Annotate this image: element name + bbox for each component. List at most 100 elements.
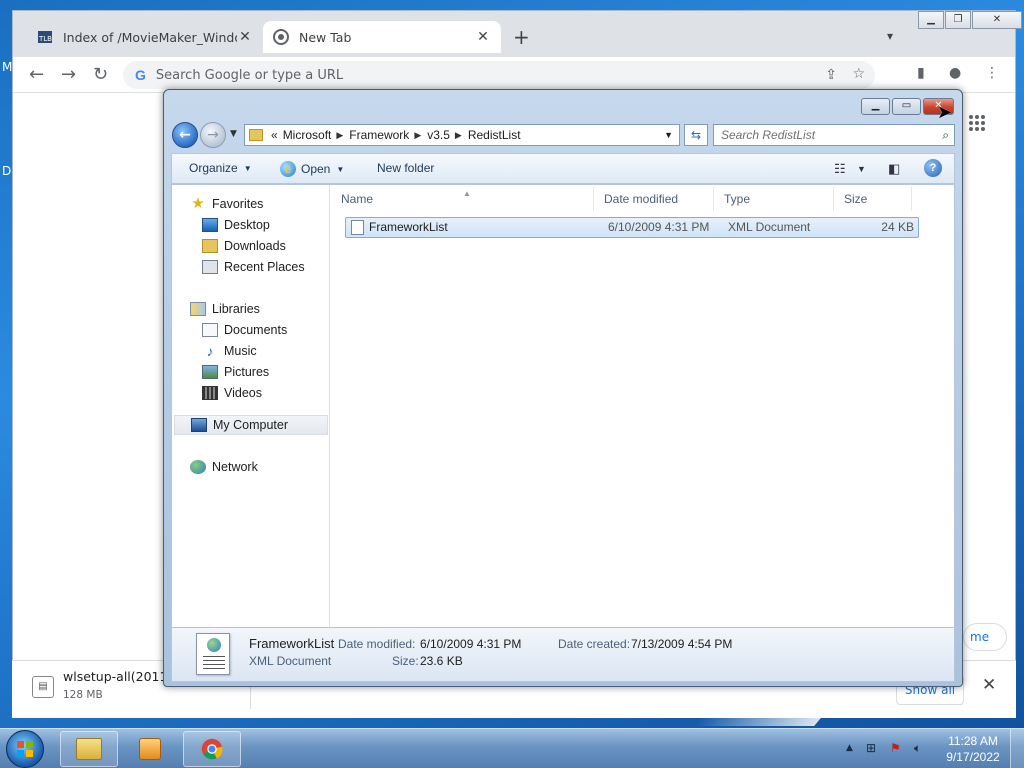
breadcrumb-separator-icon[interactable]: ▶ (414, 130, 421, 141)
clock-date: 9/17/2022 (946, 750, 1000, 764)
tab-search-chevron-icon[interactable]: ▾ (887, 29, 893, 43)
back-arrow-icon[interactable]: ← (29, 64, 44, 85)
address-bar[interactable]: « Microsoft ▶ Framework ▶ v3.5 ▶ RedistL… (244, 124, 680, 146)
maximize-icon[interactable]: ▭ (892, 98, 921, 115)
nav-recent-places[interactable]: Recent Places (202, 257, 305, 277)
file-row-selected[interactable]: FrameworkList 6/10/2009 4:31 PM XML Docu… (345, 217, 919, 238)
taskbar-media-player-button[interactable] (121, 731, 179, 767)
nav-documents[interactable]: Documents (202, 320, 287, 340)
organize-button[interactable]: Organize ▼ (189, 161, 252, 175)
show-hidden-icons-chevron-icon[interactable]: ▲ (846, 743, 853, 753)
nav-label: Recent Places (224, 260, 305, 274)
details-pane: FrameworkList XML Document Date modified… (171, 628, 955, 682)
system-clock[interactable]: 11:28 AM 9/17/2022 (942, 733, 1004, 765)
minimize-icon[interactable]: ▁ (918, 11, 944, 29)
reload-icon[interactable]: ↻ (93, 64, 108, 85)
kebab-menu-icon[interactable]: ⋮ (985, 65, 999, 81)
omnibox[interactable]: G Search Google or type a URL ⇪ ☆ (123, 61, 875, 89)
profile-avatar-icon[interactable]: ● (949, 65, 961, 81)
open-button[interactable]: e Open ▼ (280, 161, 344, 177)
chrome-icon (201, 738, 223, 760)
tlb-favicon-icon: TLB (37, 29, 53, 45)
bookmark-star-icon[interactable]: ☆ (852, 66, 865, 82)
details-modified-label: Date modified: (338, 637, 416, 651)
help-icon[interactable]: ? (924, 159, 942, 177)
forward-arrow-icon[interactable]: → (200, 122, 226, 148)
column-label: Date modified (604, 192, 679, 206)
change-view-icon[interactable]: ☷ (834, 161, 846, 177)
close-tab-icon[interactable]: ✕ (237, 29, 253, 45)
tab-new-tab[interactable]: New Tab ✕ (263, 21, 501, 53)
nav-music[interactable]: ♪ Music (202, 341, 257, 361)
action-center-flag-icon[interactable]: ⚑ (890, 741, 901, 755)
file-name: FrameworkList (369, 220, 448, 234)
nav-favorites[interactable]: ★ Favorites (190, 194, 263, 214)
nav-label: Documents (224, 323, 288, 337)
breadcrumb-overflow[interactable]: « (271, 128, 278, 142)
clock-time: 11:28 AM (948, 734, 998, 748)
internet-explorer-icon: e (280, 161, 296, 177)
nav-videos[interactable]: Videos (202, 383, 262, 403)
xml-document-large-icon (196, 633, 230, 675)
pictures-icon (202, 365, 218, 379)
svg-text:TLB: TLB (38, 35, 52, 43)
breadcrumb-item[interactable]: v3.5 (427, 128, 450, 142)
new-folder-button[interactable]: New folder (377, 161, 434, 175)
breadcrumb-item[interactable]: RedistList (468, 128, 521, 142)
column-header-size[interactable]: Size (834, 187, 912, 211)
close-tab-icon[interactable]: ✕ (475, 29, 491, 45)
taskbar-chrome-button[interactable] (183, 731, 241, 767)
nav-my-computer[interactable]: My Computer (174, 415, 328, 435)
google-apps-icon[interactable] (969, 115, 985, 131)
download-file-icon[interactable]: ▤ (32, 676, 54, 698)
explorer-content: ★ Favorites Desktop Downloads Recent Plac… (171, 184, 955, 628)
desktop-icon (202, 218, 218, 232)
network-tray-icon[interactable]: ⊞ (866, 741, 876, 755)
close-shelf-icon[interactable]: ✕ (982, 675, 996, 695)
file-size: 24 KB (881, 220, 914, 234)
nav-downloads[interactable]: Downloads (202, 236, 286, 256)
minimize-icon[interactable]: ▁ (861, 98, 890, 115)
search-icon[interactable]: ⌕ (942, 125, 949, 145)
folder-icon (76, 738, 102, 760)
column-header-date-modified[interactable]: Date modified (594, 187, 714, 211)
taskbar-explorer-button[interactable] (60, 731, 118, 767)
recent-pages-chevron-icon[interactable]: ▼ (230, 129, 237, 139)
column-header-type[interactable]: Type (714, 187, 834, 211)
breadcrumb-separator-icon[interactable]: ▶ (336, 130, 343, 141)
search-input[interactable]: Search RedistList ⌕ (713, 124, 955, 146)
customize-chrome-button[interactable]: me (963, 623, 1007, 651)
back-arrow-icon[interactable]: ← (172, 122, 198, 148)
downloads-folder-icon (202, 239, 218, 253)
show-desktop-button[interactable] (1010, 729, 1024, 768)
breadcrumb-item[interactable]: Framework (349, 128, 409, 142)
side-panel-icon[interactable]: ▮ (917, 65, 925, 81)
start-button[interactable] (6, 730, 44, 768)
volume-icon[interactable]: 🔈︎ (914, 741, 921, 756)
libraries-icon (190, 302, 206, 316)
nav-pictures[interactable]: Pictures (202, 362, 269, 382)
preview-pane-icon[interactable]: ◧ (888, 161, 900, 177)
breadcrumb-item[interactable]: Microsoft (283, 128, 332, 142)
details-size-value: 23.6 KB (420, 654, 463, 668)
tab-movie-maker-index[interactable]: TLB Index of /MovieMaker_Windows ✕ (27, 21, 263, 53)
restore-icon[interactable]: ❐ (945, 11, 971, 29)
details-created-label: Date created: (558, 637, 631, 651)
close-icon[interactable]: ✕ (972, 11, 1022, 29)
nav-network[interactable]: Network (190, 457, 258, 477)
forward-arrow-icon[interactable]: → (61, 64, 76, 85)
column-header-name[interactable]: Name ▲ (331, 187, 594, 211)
address-dropdown-icon[interactable]: ▼ (664, 130, 673, 140)
explorer-window: ▁ ▭ ✕ ➤ ← → ▼ « Microsoft ▶ Framework ▶ … (163, 89, 963, 687)
search-placeholder: Search RedistList (721, 128, 816, 142)
chevron-down-icon: ▼ (336, 164, 345, 174)
media-player-icon (139, 738, 161, 760)
view-options-chevron-icon[interactable]: ▼ (857, 164, 866, 174)
nav-desktop[interactable]: Desktop (202, 215, 270, 235)
share-icon[interactable]: ⇪ (825, 67, 837, 83)
refresh-icon[interactable]: ⇆ (684, 124, 708, 146)
nav-libraries[interactable]: Libraries (190, 299, 260, 319)
download-filename[interactable]: wlsetup-all(2011). (63, 669, 176, 684)
new-tab-plus-icon[interactable]: + (513, 25, 530, 49)
breadcrumb-separator-icon[interactable]: ▶ (455, 130, 462, 141)
